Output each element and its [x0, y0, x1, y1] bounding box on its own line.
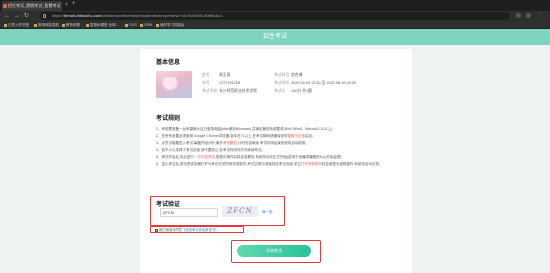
- agreement-row[interactable]: 我已阅读并同意《在线考试诚信承诺书》: [155, 227, 218, 232]
- url-scheme: https://: [52, 13, 65, 18]
- bookmark-item[interactable]: CRM: [140, 22, 152, 28]
- bookmarks-bar: 已导入的书签 常用网站导航 教育资源 智慧树课堂 全球... OCR CRM 我…: [0, 21, 550, 29]
- lock-icon[interactable]: [43, 14, 46, 18]
- reload-icon[interactable]: ↻: [24, 12, 29, 20]
- address-bar-row: ← → ↻ https://htmall.zhihuishu.com/onlin…: [0, 11, 550, 21]
- rules-list: 1、考前需准备一台有摄像头且已登录电脑(Mac使用Windows),并满足最低系…: [156, 126, 396, 168]
- agreement-checkbox[interactable]: [155, 228, 158, 232]
- bookmark-item[interactable]: OCR: [125, 22, 137, 28]
- captcha-image: ZFCN: [222, 206, 258, 217]
- refresh-captcha-link[interactable]: 换一张: [262, 210, 273, 215]
- page-header: 招生考试: [0, 29, 550, 45]
- page-title: 招生考试: [262, 34, 287, 40]
- start-exam-button[interactable]: 开始考试: [237, 245, 311, 257]
- rule-item: 5、考试开启后,务必进行一次在线测试,按提示操作后将会查看你,系统将对你正式开始…: [156, 155, 342, 159]
- agreement-link[interactable]: 《在线考试诚信承诺书》: [182, 228, 218, 232]
- rule-item: 3、点开试卷题进入考试,每题开始计时,离开考试题目,计时仍会继续,考试时间结束系…: [156, 141, 309, 145]
- captcha-input[interactable]: ZFCN: [160, 208, 218, 217]
- info-subject: 考试科目 综合课: [274, 73, 303, 77]
- new-tab-icon[interactable]: +: [72, 1, 76, 7]
- bookmark-item[interactable]: 已导入的书签: [4, 22, 29, 28]
- favicon-icon: [3, 4, 7, 8]
- info-student-id: 学号 1727191208: [202, 81, 241, 85]
- rule-item: 6、进入考试后,请无把浏览器打开与考试无关的网页或软件,考试过程中请保持在考试页…: [156, 162, 383, 166]
- bookmark-item[interactable]: 智慧树课堂 全球...: [86, 22, 118, 28]
- url-path: /onlineexam/bcenterp/studentexam/preview…: [101, 13, 223, 18]
- rule-item: 4、若不小心关掉了考试页面,请不要担心,在考试时间内仍可继续考试。: [156, 148, 265, 152]
- rule-item: 1、考前需准备一台有摄像头且已登录电脑(Mac使用Windows),并满足最低系…: [156, 127, 333, 131]
- candidate-photo: [156, 71, 192, 98]
- close-tab-icon[interactable]: ×: [65, 2, 68, 8]
- info-school: 考试学校 长沙师范职业技术学院: [202, 89, 257, 93]
- exam-page: 招生考试 基本信息 姓名 周玉昌 考试科目 综合课 学号 1727191208 考试时…: [0, 29, 550, 273]
- basic-info-title: 基本信息: [156, 60, 181, 66]
- bookmark-item[interactable]: 我的学习控制台: [156, 22, 185, 28]
- forward-icon[interactable]: →: [14, 12, 20, 20]
- bookmark-item[interactable]: 教育资源: [62, 22, 80, 28]
- address-input[interactable]: https://htmall.zhihuishu.com/onlineexam/…: [40, 12, 510, 20]
- back-icon[interactable]: ←: [4, 12, 10, 20]
- bookmark-item[interactable]: 常用网站导航: [34, 22, 59, 28]
- menu-icon[interactable]: ⋮: [538, 13, 543, 18]
- browser-tabbar: 招生考试_鹅鹅考试_智慧考试 × +: [0, 0, 550, 11]
- verify-title: 考试验证: [156, 202, 181, 208]
- extension-icon[interactable]: [516, 13, 521, 18]
- info-exam-time: 考试时间 2022.04.09 12:50 至 2022.08.16 00:00: [274, 81, 357, 85]
- profile-icon[interactable]: [526, 13, 531, 18]
- browser-tab[interactable]: 招生考试_鹅鹅考试_智慧考试: [2, 1, 62, 11]
- info-score: 考试分 100分 共1题: [274, 89, 312, 93]
- info-name: 姓名 周玉昌: [202, 73, 231, 77]
- tab-title: 招生考试_鹅鹅考试_智慧考试: [8, 3, 61, 8]
- url-domain: htmall.zhihuishu.com: [64, 13, 102, 18]
- rules-title: 考试规则: [156, 116, 181, 122]
- rule-item: 2、在所有设置必须使用 Google Chrome浏览器,版本在71以上,在考试…: [156, 134, 316, 138]
